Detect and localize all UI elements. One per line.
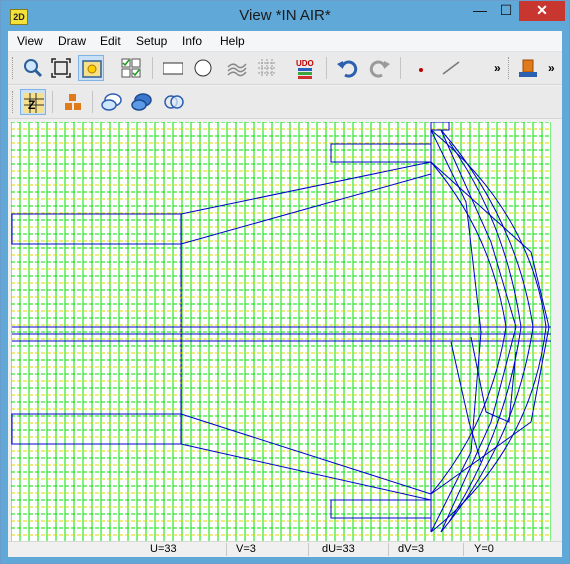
client-area: View Draw Edit Setup Info Help UDO » » Z…	[8, 31, 562, 557]
toolbar-separator	[326, 57, 327, 79]
circle-button[interactable]	[190, 55, 216, 81]
menu-help[interactable]: Help	[220, 34, 245, 48]
app-window: 2D View *IN AIR* — ☐ ✕ View Draw Edit Se…	[0, 0, 570, 564]
grid-layer	[10, 121, 552, 543]
secondary-toolbar: Z	[8, 86, 562, 119]
view-fill-icon	[82, 60, 102, 78]
toolbar-separator	[152, 57, 153, 79]
undo-button[interactable]	[334, 55, 360, 81]
menu-draw[interactable]: Draw	[58, 34, 86, 48]
grid-button[interactable]	[254, 55, 280, 81]
zoom-icon	[24, 59, 43, 78]
grid-snap-icon: Z	[24, 93, 44, 113]
menu-setup[interactable]: Setup	[136, 34, 167, 48]
status-divider	[463, 543, 464, 556]
udo-label: UDO	[296, 59, 314, 68]
export-button[interactable]	[514, 55, 540, 81]
undo-icon	[337, 60, 358, 78]
status-y: Y=0	[474, 543, 494, 555]
circle-icon	[194, 59, 212, 77]
bubble-outline-button[interactable]	[98, 89, 124, 115]
redo-button[interactable]	[366, 55, 392, 81]
rectangle-icon	[163, 62, 183, 75]
status-dv: dV=3	[398, 543, 424, 555]
frame-line-c	[430, 161, 550, 495]
minimize-button[interactable]: —	[467, 1, 493, 21]
status-bar: U=33 V=3 dU=33 dV=3 Y=0	[8, 541, 562, 557]
redo-icon	[369, 60, 390, 78]
point-icon	[419, 68, 423, 72]
main-toolbar: UDO » »	[8, 52, 562, 85]
toolbar-grip[interactable]	[508, 57, 512, 79]
rectangle-button[interactable]	[160, 55, 186, 81]
left-block-top	[11, 213, 182, 245]
status-divider	[308, 543, 309, 556]
line-button[interactable]	[438, 55, 464, 81]
fit-view-button[interactable]	[48, 55, 74, 81]
udo-icon: UDO	[296, 59, 314, 79]
toolbar-overflow-2[interactable]: »	[548, 61, 555, 75]
menu-bar: View Draw Edit Setup Info Help	[8, 31, 562, 52]
blocks-button[interactable]	[60, 89, 86, 115]
blocks-icon	[65, 94, 81, 110]
toolbar-grip[interactable]	[12, 91, 16, 113]
checklist-icon	[121, 58, 141, 78]
point-button[interactable]	[408, 55, 434, 81]
toolbar-separator	[400, 57, 401, 79]
status-divider	[226, 543, 227, 556]
drawing-canvas[interactable]	[10, 121, 552, 543]
maximize-button[interactable]: ☐	[493, 1, 519, 21]
view-fill-button[interactable]	[78, 55, 104, 81]
bubble-filled-button[interactable]	[128, 89, 154, 115]
checklist-button[interactable]	[118, 55, 144, 81]
status-v: V=3	[236, 543, 256, 555]
grid-snap-button[interactable]: Z	[20, 89, 46, 115]
status-du: dU=33	[322, 543, 355, 555]
bubble-overlap-icon	[164, 95, 184, 109]
line-icon	[442, 61, 460, 75]
toolbar-separator	[52, 91, 53, 113]
toolbar-grip[interactable]	[12, 57, 16, 79]
bubble-outline-icon	[101, 93, 122, 111]
title-bar[interactable]: 2D View *IN AIR* — ☐ ✕	[1, 1, 569, 31]
grid-icon	[258, 59, 276, 77]
bubble-filled-icon	[131, 93, 152, 111]
fit-icon	[51, 58, 71, 78]
menu-info[interactable]: Info	[182, 34, 202, 48]
export-icon	[519, 59, 537, 77]
status-divider	[388, 543, 389, 556]
udo-button[interactable]: UDO	[292, 55, 318, 81]
toolbar-separator	[92, 91, 93, 113]
menu-edit[interactable]: Edit	[100, 34, 121, 48]
bubble-overlap-button[interactable]	[160, 89, 186, 115]
svg-text:Z: Z	[28, 98, 35, 112]
left-block-bottom	[11, 413, 182, 445]
menu-view[interactable]: View	[17, 34, 43, 48]
toolbar-overflow[interactable]: »	[494, 61, 501, 75]
surface-button[interactable]	[224, 55, 250, 81]
cad-view[interactable]	[10, 121, 552, 543]
close-button[interactable]: ✕	[519, 1, 565, 21]
surface-icon	[227, 63, 247, 77]
status-u: U=33	[150, 543, 177, 555]
zoom-button[interactable]	[20, 55, 46, 81]
